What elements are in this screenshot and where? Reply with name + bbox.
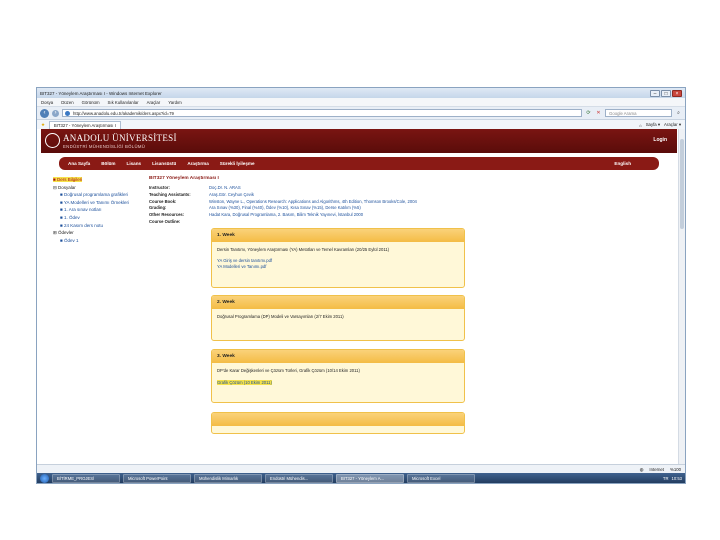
login-link[interactable]: Login xyxy=(653,137,667,143)
url-input[interactable]: http://www.anadolu.edu.tr/akademik/ders.… xyxy=(62,109,582,117)
course-info-grid: Instructor: Doç.Dr. N. ARAS Teaching Assi… xyxy=(149,185,469,224)
week-link[interactable]: YA Giriş ve dersin tanıtımı.pdf xyxy=(217,258,272,263)
tools-menu[interactable]: Araçlar ▾ xyxy=(664,122,681,128)
taskbar-item[interactable]: Microsoft Excel xyxy=(407,473,475,483)
university-logo-icon xyxy=(45,133,60,148)
info-key: Teaching Assistants: xyxy=(149,191,191,197)
week-title: 2. Week xyxy=(212,296,464,309)
course-info: BIT327 Yöneylem Araştırması I Instructor… xyxy=(149,176,469,224)
language-indicator[interactable]: TR xyxy=(663,476,669,481)
address-bar: ‹ › http://www.anadolu.edu.tr/akademik/d… xyxy=(37,107,685,120)
department-name: ENDÜSTRİ MÜHENDİSLİĞİ BÖLÜMÜ xyxy=(63,144,146,149)
info-key: Other Resources: xyxy=(149,212,185,218)
site-header: ANADOLU ÜNİVERSİTESİ ENDÜSTRİ MÜHENDİSLİ… xyxy=(41,129,677,153)
menu-file[interactable]: Dosya xyxy=(41,100,53,105)
info-value[interactable]: Araş.Gör. Ceyhun Çevik xyxy=(209,192,469,197)
week-text: Dersin Tanıtımı, Yöneylem Araştırması (Y… xyxy=(217,247,390,252)
nav-graduate[interactable]: Lisansüstü xyxy=(152,161,176,166)
tree-item-course-info[interactable]: ■ Ders Bilgileri xyxy=(53,177,83,182)
course-title: BIT327 Yöneylem Araştırması I xyxy=(149,176,219,181)
taskbar-item[interactable]: Mühendislik Mimarlık xyxy=(194,473,262,483)
nav-research[interactable]: Araştırma xyxy=(187,161,208,166)
ie-icon xyxy=(65,111,70,116)
back-button[interactable]: ‹ xyxy=(40,108,49,118)
minimize-button[interactable]: – xyxy=(650,89,660,97)
menu-favorites[interactable]: Sık Kullanılanlar xyxy=(108,100,139,105)
university-name: ANADOLU ÜNİVERSİTESİ xyxy=(63,133,177,143)
window-title: BIT327 - Yöneylem Araştırması I - Window… xyxy=(40,90,162,96)
nav-department[interactable]: Bölüm xyxy=(101,161,115,166)
zone-text: Internet xyxy=(649,467,664,472)
info-key: Course Book: xyxy=(149,198,177,204)
menu-edit[interactable]: Düzen xyxy=(61,100,73,105)
search-input[interactable]: Google Arama xyxy=(605,109,672,117)
taskbar: BİTİRME_PROJESİ Microsoft PowerPoint Müh… xyxy=(37,473,685,483)
nav-home[interactable]: Ana Sayfa xyxy=(68,161,90,166)
page-menu[interactable]: Sayfa ▾ xyxy=(646,122,660,128)
week-link[interactable]: Grafik Çözüm (10 Ekim 2011) xyxy=(217,380,272,385)
week-text: DP'de Karar Değişkenleri ve Çözüm Türler… xyxy=(217,368,360,373)
info-value[interactable]: Doç.Dr. N. ARAS xyxy=(209,185,469,190)
tree-item-files[interactable]: ⊟ Dosyalar xyxy=(53,184,163,192)
globe-icon: ◍ xyxy=(639,466,644,472)
info-key: Instructor: xyxy=(149,185,170,190)
tree-item-file[interactable]: ■ 24 Kasım ders notu xyxy=(60,223,103,228)
info-value: Hadat Kara, Doğrusal Programlama, 2. Bas… xyxy=(209,212,364,218)
week-card: 3. Week DP'de Karar Değişkenleri ve Çözü… xyxy=(211,349,465,403)
week-card: 1. Week Dersin Tanıtımı, Yöneylem Araştı… xyxy=(211,228,465,288)
taskbar-item[interactable]: Microsoft PowerPoint xyxy=(123,473,191,483)
forward-button[interactable]: › xyxy=(52,109,59,117)
browser-window: BIT327 - Yöneylem Araştırması I - Window… xyxy=(36,87,686,484)
zoom-level[interactable]: %100 xyxy=(670,467,681,472)
home-icon[interactable]: ⌂ xyxy=(639,123,642,128)
taskbar-item[interactable]: BIT327 - Yöneylem A... xyxy=(336,473,404,483)
stop-icon[interactable]: ✕ xyxy=(595,110,602,117)
clock[interactable]: 10:53 xyxy=(672,476,682,481)
info-key: Course Outline: xyxy=(149,218,181,224)
tree-item-file[interactable]: ■ YA Modelleri ve Tanımı Örnekleri xyxy=(60,200,129,205)
nav-undergrad[interactable]: Lisans xyxy=(127,161,142,166)
scrollbar-thumb[interactable] xyxy=(680,139,684,229)
file-tree: ■ Ders Bilgileri ⊟ Dosyalar ■ Doğrusal p… xyxy=(53,176,163,244)
vertical-scrollbar[interactable] xyxy=(678,129,685,465)
info-value: Winston, Wayne L., Operations Research: … xyxy=(209,198,417,204)
info-value xyxy=(209,219,469,224)
maximize-button[interactable]: □ xyxy=(661,89,671,97)
search-icon[interactable]: ⌕ xyxy=(675,110,682,117)
tree-item-homework[interactable]: ■ Ödev 1 xyxy=(60,238,78,243)
week-card: 2. Week Doğrusal Programlama (DP) Modeli… xyxy=(211,295,465,341)
start-button[interactable] xyxy=(40,473,49,483)
tree-item-file[interactable]: ■ 1. Ödev xyxy=(60,215,80,220)
close-button[interactable]: × xyxy=(672,89,682,97)
page-content: ANADOLU ÜNİVERSİTESİ ENDÜSTRİ MÜHENDİSLİ… xyxy=(37,129,685,465)
week-link[interactable]: YA Modelleri ve Tanımı.pdf xyxy=(217,264,266,269)
menu-tools[interactable]: Araçlar xyxy=(147,100,161,105)
site-nav: Ana Sayfa Bölüm Lisans Lisansüstü Araştı… xyxy=(59,157,659,170)
title-bar: BIT327 - Yöneylem Araştırması I - Window… xyxy=(37,88,685,98)
menu-bar: Dosya Düzen Görünüm Sık Kullanılanlar Ar… xyxy=(37,98,685,107)
info-value: Ara Sınav (%30), Final (%40), Ödev (%10)… xyxy=(209,205,361,211)
tree-item-file[interactable]: ■ 1. Ara sınav notları xyxy=(60,207,102,212)
info-key: Grading: xyxy=(149,205,167,211)
tree-item-homeworks[interactable]: ⊞ Ödevler xyxy=(53,229,163,237)
tree-item-file[interactable]: ■ Doğrusal programlama grafikleri xyxy=(60,192,128,197)
menu-view[interactable]: Görünüm xyxy=(82,100,100,105)
favorites-star-icon[interactable]: ★ xyxy=(41,122,45,128)
nav-improvement[interactable]: Sürekli İyileşme xyxy=(220,161,255,166)
taskbar-item[interactable]: BİTİRME_PROJESİ xyxy=(52,473,120,483)
week-title: 3. Week xyxy=(212,350,464,363)
week-text: Doğrusal Programlama (DP) Modeli ve Vars… xyxy=(217,314,344,319)
week-card-partial xyxy=(211,412,465,434)
week-title: 1. Week xyxy=(212,229,464,242)
menu-help[interactable]: Yardım xyxy=(168,100,182,105)
refresh-icon[interactable]: ⟳ xyxy=(585,110,592,117)
nav-english[interactable]: English xyxy=(614,161,631,166)
taskbar-item[interactable]: Endüstri Mühendis... xyxy=(265,473,333,483)
week-title-partial xyxy=(212,413,464,426)
